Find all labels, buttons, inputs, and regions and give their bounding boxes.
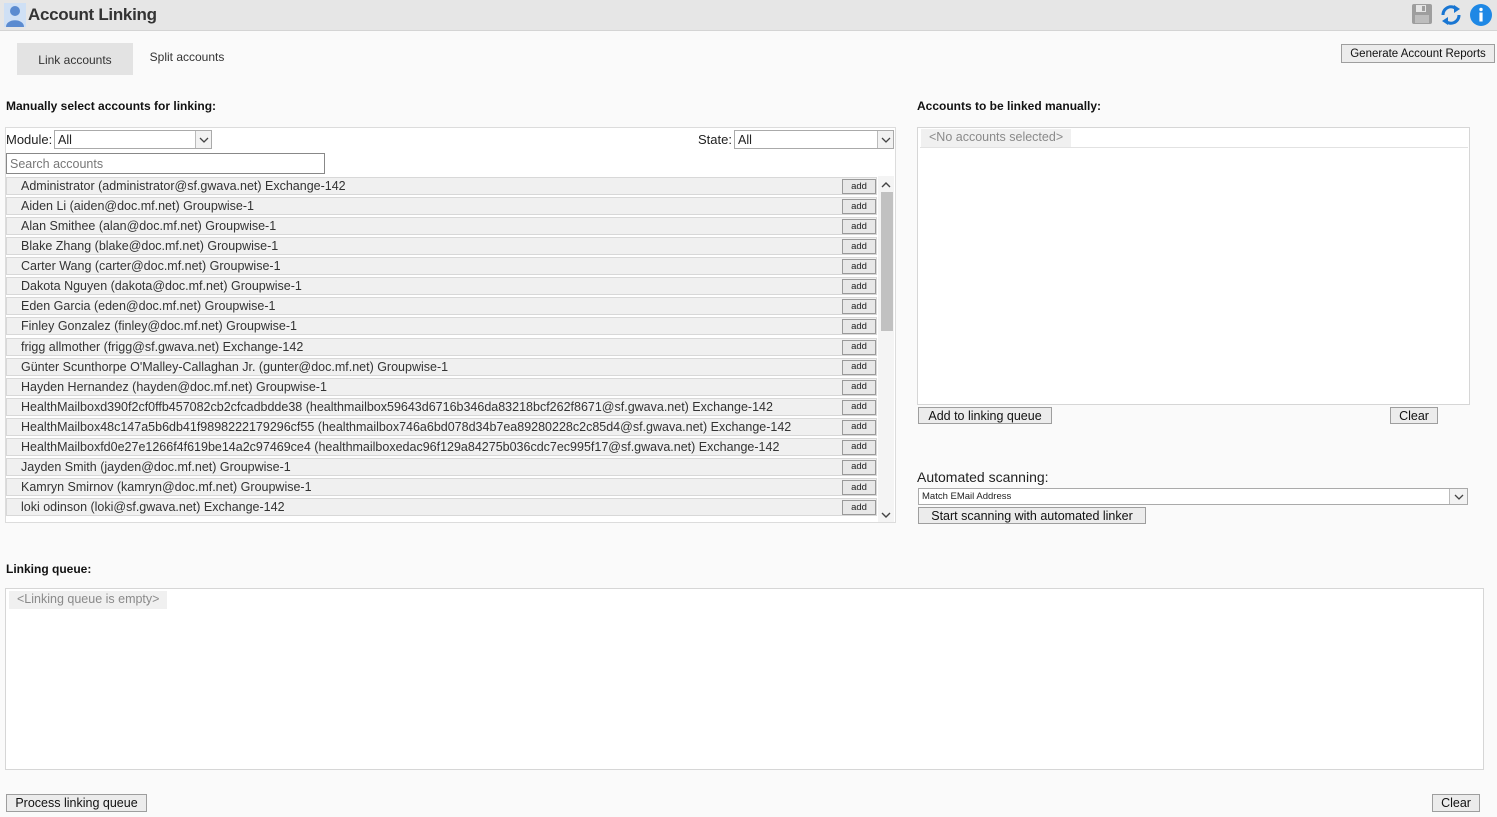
info-icon[interactable]	[1469, 3, 1493, 27]
automated-method-value: Match EMail Address	[922, 491, 1012, 502]
linked-manually-title: Accounts to be linked manually:	[917, 99, 1102, 113]
account-label: Aiden Li (aiden@doc.mf.net) Groupwise-1	[21, 199, 254, 214]
add-account-button[interactable]: add	[842, 439, 876, 455]
add-account-button[interactable]: add	[842, 480, 876, 496]
state-select-value: All	[738, 132, 752, 147]
add-account-button[interactable]: add	[842, 359, 876, 375]
add-account-button[interactable]: add	[842, 219, 876, 235]
queue-empty-placeholder: <Linking queue is empty>	[9, 591, 168, 609]
account-label: Kamryn Smirnov (kamryn@doc.mf.net) Group…	[21, 480, 312, 495]
add-account-button[interactable]: add	[842, 319, 876, 335]
add-account-button[interactable]: add	[842, 459, 876, 475]
linking-queue-box	[5, 588, 1484, 770]
add-account-button[interactable]: add	[842, 239, 876, 255]
account-label: Blake Zhang (blake@doc.mf.net) Groupwise…	[21, 239, 279, 254]
module-select-value: All	[58, 132, 72, 147]
list-item[interactable]: Kamryn Smirnov (kamryn@doc.mf.net) Group…	[6, 478, 877, 497]
list-item[interactable]: Carter Wang (carter@doc.mf.net) Groupwis…	[6, 257, 877, 276]
list-item[interactable]: Eden Garcia (eden@doc.mf.net) Groupwise-…	[6, 297, 877, 316]
process-queue-button[interactable]: Process linking queue	[6, 794, 147, 812]
account-label: HealthMailboxd390f2cf0ffb457082cb2cfcadb…	[21, 399, 773, 414]
list-item[interactable]: Dakota Nguyen (dakota@doc.mf.net) Groupw…	[6, 277, 877, 296]
module-select[interactable]: All	[54, 130, 212, 149]
scrollbar-thumb[interactable]	[881, 192, 893, 331]
page-title: Account Linking	[28, 5, 157, 24]
list-item[interactable]: Alan Smithee (alan@doc.mf.net) Groupwise…	[6, 217, 877, 236]
linking-queue-title: Linking queue:	[6, 562, 92, 576]
add-account-button[interactable]: add	[842, 339, 876, 355]
account-label: Dakota Nguyen (dakota@doc.mf.net) Groupw…	[21, 279, 302, 294]
list-item[interactable]: frigg allmother (frigg@sf.gwava.net) Exc…	[6, 337, 877, 356]
account-label: HealthMailboxfd0e27e1266f4f619be14a2c974…	[21, 439, 780, 454]
state-select[interactable]: All	[734, 130, 894, 149]
state-label: State:	[698, 132, 732, 147]
automated-scanning-label: Automated scanning:	[917, 469, 1049, 485]
add-account-button[interactable]: add	[842, 299, 876, 315]
selected-accounts-box	[917, 127, 1470, 405]
add-to-queue-button[interactable]: Add to linking queue	[918, 407, 1052, 424]
start-scan-button[interactable]: Start scanning with automated linker	[918, 507, 1146, 524]
list-item[interactable]: HealthMailbox48c147a5b6db41f989822217929…	[6, 417, 877, 436]
search-accounts-input[interactable]	[6, 153, 325, 174]
account-list: Administrator (administrator@sf.gwava.ne…	[6, 176, 877, 522]
user-icon	[4, 3, 26, 27]
account-label: Finley Gonzalez (finley@doc.mf.net) Grou…	[21, 319, 297, 334]
account-label: Jayden Smith (jayden@doc.mf.net) Groupwi…	[21, 459, 291, 474]
add-account-button[interactable]: add	[842, 379, 876, 395]
chevron-down-icon[interactable]	[880, 508, 892, 518]
title-bar	[0, 0, 1497, 31]
refresh-icon[interactable]	[1439, 3, 1463, 27]
module-label: Module:	[6, 132, 53, 147]
manual-select-title: Manually select accounts for linking:	[6, 99, 217, 113]
list-item[interactable]: Jayden Smith (jayden@doc.mf.net) Groupwi…	[6, 457, 877, 476]
chevron-down-icon	[195, 131, 211, 148]
clear-queue-button[interactable]: Clear	[1432, 794, 1480, 812]
account-label: HealthMailbox48c147a5b6db41f989822217929…	[21, 419, 792, 434]
account-label: Eden Garcia (eden@doc.mf.net) Groupwise-…	[21, 299, 276, 314]
add-account-button[interactable]: add	[842, 500, 876, 516]
list-item[interactable]: Aiden Li (aiden@doc.mf.net) Groupwise-1 a…	[6, 197, 877, 216]
account-label: Carter Wang (carter@doc.mf.net) Groupwis…	[21, 259, 281, 274]
list-item[interactable]: Hayden Hernandez (hayden@doc.mf.net) Gro…	[6, 377, 877, 396]
account-label: Alan Smithee (alan@doc.mf.net) Groupwise…	[21, 219, 277, 234]
account-label: loki odinson (loki@sf.gwava.net) Exchang…	[21, 500, 285, 515]
automated-method-select[interactable]: Match EMail Address	[918, 488, 1468, 505]
list-item[interactable]: Administrator (administrator@sf.gwava.ne…	[6, 177, 877, 195]
tab-link-accounts[interactable]: Link accounts	[17, 43, 133, 75]
add-account-button[interactable]: add	[842, 179, 876, 194]
list-item[interactable]: HealthMailboxd390f2cf0ffb457082cb2cfcadb…	[6, 397, 877, 416]
chevron-down-icon	[877, 131, 893, 148]
account-label: Hayden Hernandez (hayden@doc.mf.net) Gro…	[21, 379, 327, 394]
list-item[interactable]: Blake Zhang (blake@doc.mf.net) Groupwise…	[6, 237, 877, 256]
list-item[interactable]: HealthMailboxfd0e27e1266f4f619be14a2c974…	[6, 437, 877, 456]
chevron-up-icon[interactable]	[880, 178, 892, 188]
list-item[interactable]: Günter Scunthorpe O'Malley-Callaghan Jr.…	[6, 357, 877, 376]
list-item[interactable]: loki odinson (loki@sf.gwava.net) Exchang…	[6, 498, 877, 517]
chevron-down-icon	[1449, 489, 1467, 504]
account-label: Günter Scunthorpe O'Malley-Callaghan Jr.…	[21, 359, 449, 374]
account-label: Administrator (administrator@sf.gwava.ne…	[21, 179, 346, 193]
floppy-icon[interactable]	[1411, 3, 1433, 25]
add-account-button[interactable]: add	[842, 199, 876, 215]
generate-reports-button[interactable]: Generate Account Reports	[1341, 44, 1495, 63]
add-account-button[interactable]: add	[842, 399, 876, 415]
add-account-button[interactable]: add	[842, 419, 876, 435]
list-item[interactable]: Finley Gonzalez (finley@doc.mf.net) Grou…	[6, 317, 877, 336]
add-account-button[interactable]: add	[842, 259, 876, 275]
add-account-button[interactable]: add	[842, 279, 876, 295]
no-accounts-placeholder: <No accounts selected>	[921, 129, 1072, 147]
clear-selected-button[interactable]: Clear	[1390, 407, 1438, 424]
tab-split-accounts[interactable]: Split accounts	[137, 41, 237, 73]
account-label: frigg allmother (frigg@sf.gwava.net) Exc…	[21, 339, 304, 354]
